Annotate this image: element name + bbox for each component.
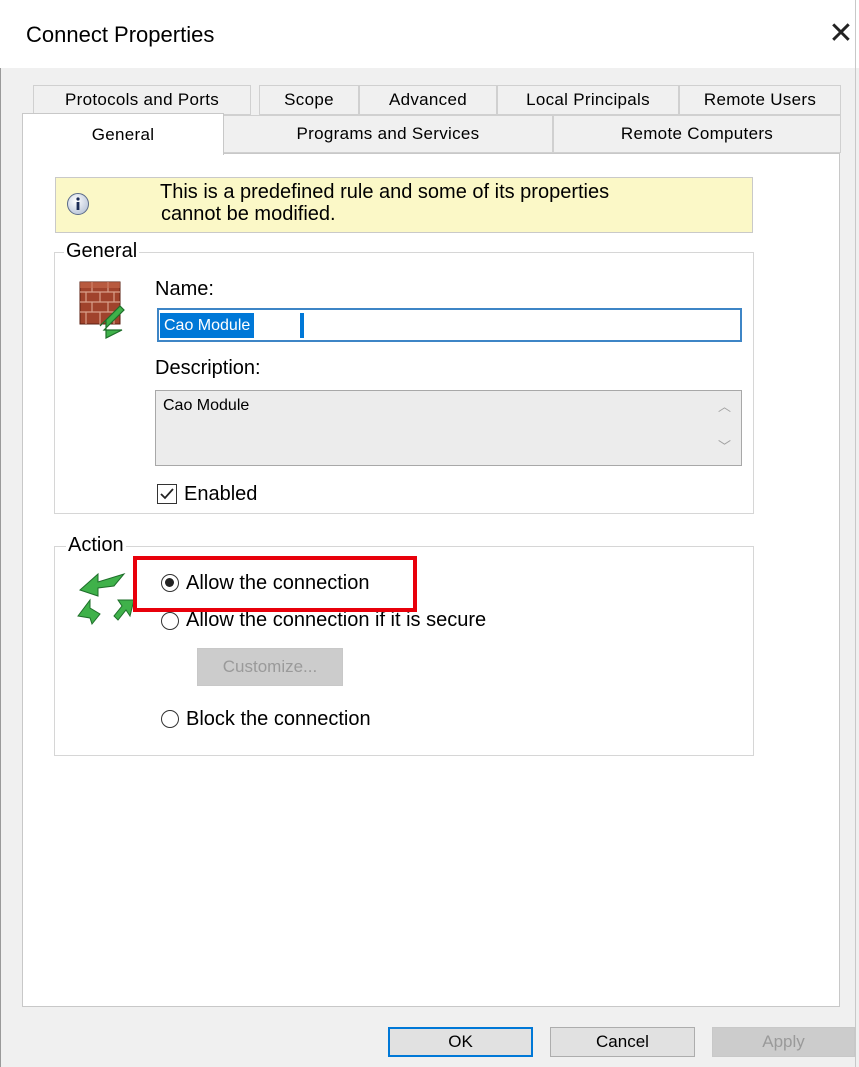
description-label: Description: [155, 357, 261, 379]
allow-secure-label: Allow the connection if it is secure [186, 609, 487, 631]
tab-programs-and-services[interactable]: Programs and Services [223, 115, 553, 153]
tab-remote-users[interactable]: Remote Users [679, 85, 841, 115]
description-value: Cao Module [163, 397, 250, 414]
tab-advanced[interactable]: Advanced [359, 85, 497, 115]
close-icon[interactable]: ✕ [826, 16, 856, 52]
window-border-left [0, 68, 1, 1067]
info-text-line2: cannot be modified. [161, 203, 336, 225]
firewall-rule-icon [79, 281, 125, 339]
checkmark-icon [160, 488, 174, 500]
window-border-right [855, 0, 856, 1067]
name-label: Name: [155, 278, 214, 300]
action-legend: Action [66, 534, 126, 557]
enabled-checkbox[interactable] [157, 484, 177, 504]
tab-scope[interactable]: Scope [259, 85, 359, 115]
highlight-box [133, 556, 417, 612]
radio-allow-secure[interactable] [161, 612, 179, 630]
allow-arrows-icon [77, 572, 135, 626]
radio-block[interactable] [161, 710, 179, 728]
customize-button[interactable]: Customize... [197, 648, 343, 686]
enabled-label: Enabled [184, 483, 258, 505]
block-label: Block the connection [186, 708, 371, 730]
apply-button[interactable]: Apply [712, 1027, 855, 1057]
window-title: Connect Properties [26, 22, 215, 47]
scroll-up-icon[interactable]: ︿ [718, 396, 731, 415]
tab-remote-computers[interactable]: Remote Computers [553, 115, 841, 153]
scroll-down-icon[interactable]: ﹀ [718, 436, 731, 455]
ok-button[interactable]: OK [388, 1027, 533, 1057]
tab-local-principals[interactable]: Local Principals [497, 85, 679, 115]
tab-protocols-and-ports[interactable]: Protocols and Ports [33, 85, 251, 115]
name-value-selected: Cao Module [160, 313, 255, 338]
info-text-line1: This is a predefined rule and some of it… [160, 181, 610, 203]
cancel-button[interactable]: Cancel [550, 1027, 695, 1057]
text-caret [300, 313, 304, 338]
info-icon [67, 193, 89, 215]
general-legend: General [64, 240, 140, 263]
tab-general[interactable]: General [22, 113, 224, 155]
info-text: This is a predefined rule and some of it… [160, 181, 740, 225]
